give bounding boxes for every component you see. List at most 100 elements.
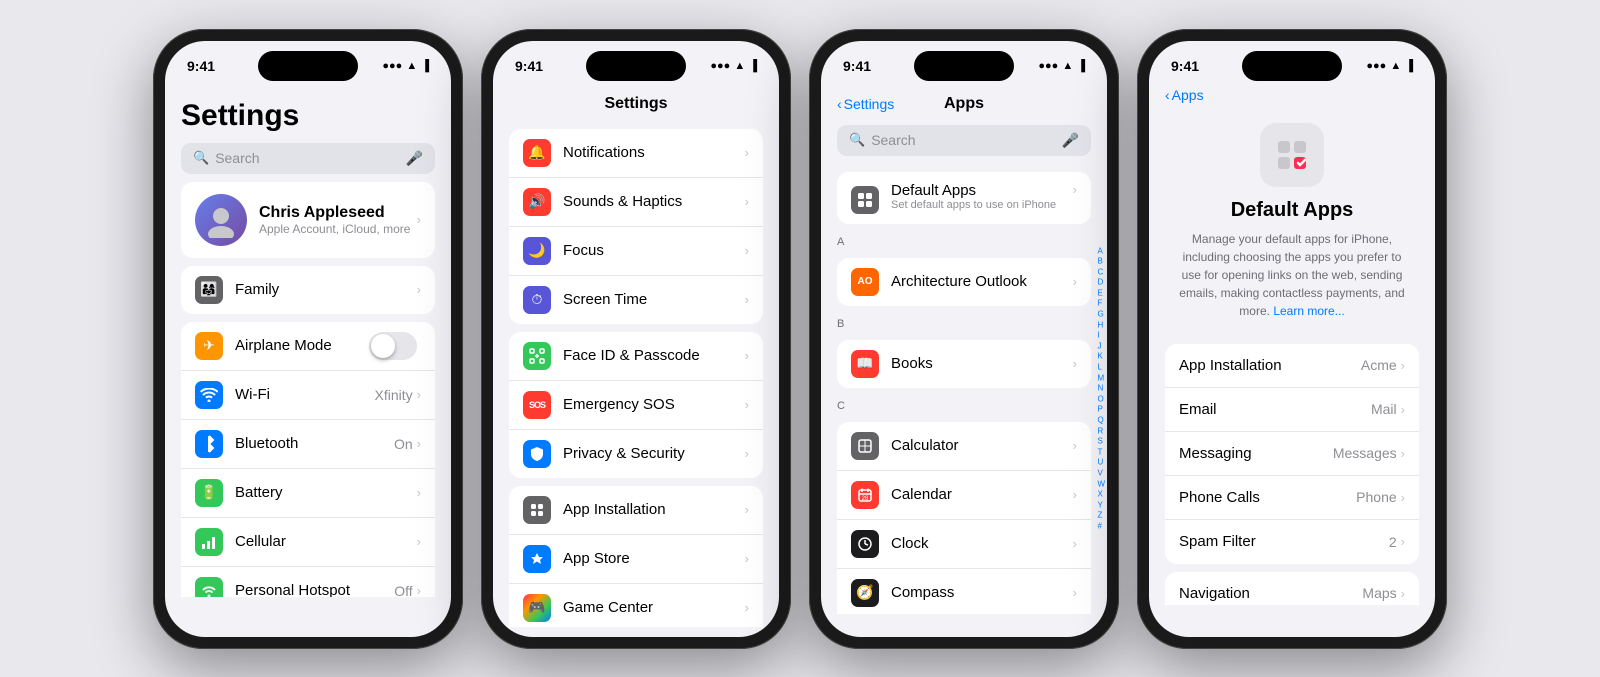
row-calculator[interactable]: Calculator › bbox=[837, 422, 1091, 471]
phone-1-screen: 9:41 ●●● ▲ ▐ Settings 🔍 Search 🎤 bbox=[165, 41, 451, 637]
row-airplane[interactable]: ✈ Airplane Mode bbox=[181, 322, 435, 371]
bluetooth-chevron: › bbox=[417, 436, 421, 451]
row-default-app-installation[interactable]: App Installation Acme › bbox=[1165, 344, 1419, 388]
learn-more-link[interactable]: Learn more... bbox=[1273, 304, 1344, 318]
cellular-chevron: › bbox=[417, 534, 421, 549]
battery-icon-2: ▐ bbox=[749, 60, 757, 72]
row-cellular[interactable]: Cellular › bbox=[181, 518, 435, 567]
back-settings-button[interactable]: ‹ Settings bbox=[837, 96, 894, 112]
airplane-toggle[interactable] bbox=[369, 332, 417, 360]
calendar-label: Calendar bbox=[891, 486, 1073, 503]
status-icons-1: ●●● ▲ ▐ bbox=[382, 60, 429, 72]
phone-2: 9:41 ●●● ▲ ▐ Settings 🔔 Notifications › bbox=[481, 29, 791, 649]
row-default-apps[interactable]: Default Apps Set default apps to use on … bbox=[837, 172, 1091, 224]
default-email-value: Mail bbox=[1371, 401, 1397, 417]
sounds-label: Sounds & Haptics bbox=[563, 193, 745, 210]
svg-text:28: 28 bbox=[862, 496, 869, 502]
hotspot-chevron: › bbox=[417, 583, 421, 597]
family-label: Family bbox=[235, 281, 417, 298]
calculator-chevron: › bbox=[1073, 438, 1077, 453]
phone-3-content: Default Apps Set default apps to use on … bbox=[821, 164, 1107, 614]
row-notifications[interactable]: 🔔 Notifications › bbox=[509, 129, 763, 178]
row-default-phone[interactable]: Phone Calls Phone › bbox=[1165, 476, 1419, 520]
row-bluetooth[interactable]: Bluetooth On › bbox=[181, 420, 435, 469]
calculator-label: Calculator bbox=[891, 437, 1073, 454]
app-store-label: App Store bbox=[563, 550, 745, 567]
emergency-icon: SOS bbox=[523, 391, 551, 419]
wifi-value: Xfinity bbox=[375, 387, 413, 403]
row-architecture[interactable]: AO Architecture Outlook › bbox=[837, 258, 1091, 306]
section-c: Calculator › 28 bbox=[837, 422, 1091, 614]
default-messaging-value: Messages bbox=[1333, 445, 1397, 461]
row-spam-filter[interactable]: Spam Filter 2 › bbox=[1165, 520, 1419, 564]
clock-icon bbox=[851, 530, 879, 558]
clock-chevron: › bbox=[1073, 536, 1077, 551]
cellular-label: Cellular bbox=[235, 533, 417, 550]
row-calendar[interactable]: 28 Calendar › bbox=[837, 471, 1091, 520]
row-focus[interactable]: 🌙 Focus › bbox=[509, 227, 763, 276]
row-faceid[interactable]: Face ID & Passcode › bbox=[509, 332, 763, 381]
row-privacy[interactable]: Privacy & Security › bbox=[509, 430, 763, 478]
game-center-label: Game Center bbox=[563, 599, 745, 616]
wifi-label: Wi-Fi bbox=[235, 386, 375, 403]
navigation-chevron: › bbox=[1401, 586, 1405, 601]
app-installation-label: App Installation bbox=[563, 501, 745, 518]
row-family[interactable]: 👨‍👩‍👧 Family › bbox=[181, 266, 435, 314]
row-battery[interactable]: 🔋 Battery › bbox=[181, 469, 435, 518]
bluetooth-icon bbox=[195, 430, 223, 458]
row-emergency-sos[interactable]: SOS Emergency SOS › bbox=[509, 381, 763, 430]
battery-label: Battery bbox=[235, 484, 417, 501]
family-chevron: › bbox=[417, 282, 421, 297]
nav-bar-4: ‹ Apps bbox=[1149, 91, 1435, 103]
spam-filter-value: 2 bbox=[1389, 534, 1397, 550]
row-default-email[interactable]: Email Mail › bbox=[1165, 388, 1419, 432]
app-store-chevron: › bbox=[745, 551, 749, 566]
row-navigation[interactable]: Navigation Maps › bbox=[1165, 572, 1419, 605]
dynamic-island-3 bbox=[914, 51, 1014, 81]
books-chevron: › bbox=[1073, 356, 1077, 371]
row-screen-time[interactable]: ⏱ Screen Time › bbox=[509, 276, 763, 324]
phone-4: 9:41 ●●● ▲ ▐ ‹ Apps bbox=[1137, 29, 1447, 649]
profile-info-1: Chris Appleseed Apple Account, iCloud, m… bbox=[259, 204, 417, 236]
profile-row-1[interactable]: Chris Appleseed Apple Account, iCloud, m… bbox=[181, 182, 435, 258]
compass-label: Compass bbox=[891, 584, 1073, 601]
row-wifi[interactable]: Wi-Fi Xfinity › bbox=[181, 371, 435, 420]
dynamic-island-1 bbox=[258, 51, 358, 81]
search-bar-3[interactable]: 🔍 Search 🎤 bbox=[837, 125, 1091, 156]
faceid-label: Face ID & Passcode bbox=[563, 347, 745, 364]
section-notifications: 🔔 Notifications › 🔊 Sounds & Haptics › 🌙… bbox=[509, 129, 763, 324]
compass-icon: 🧭 bbox=[851, 579, 879, 607]
default-apps-main-title: Default Apps bbox=[1231, 199, 1354, 222]
mic-icon-3: 🎤 bbox=[1062, 132, 1079, 149]
row-game-center[interactable]: 🎮 Game Center › bbox=[509, 584, 763, 627]
row-books[interactable]: 📖 Books › bbox=[837, 340, 1091, 388]
family-icon: 👨‍👩‍👧 bbox=[195, 276, 223, 304]
profile-chevron-1: › bbox=[417, 212, 421, 227]
architecture-chevron: › bbox=[1073, 274, 1077, 289]
back-chevron-icon: ‹ bbox=[837, 96, 842, 112]
focus-icon: 🌙 bbox=[523, 237, 551, 265]
phone-2-content: 🔔 Notifications › 🔊 Sounds & Haptics › 🌙… bbox=[493, 121, 779, 627]
default-apps-header: Default Apps Manage your default apps fo… bbox=[1149, 103, 1435, 336]
battery-icon-row: 🔋 bbox=[195, 479, 223, 507]
faceid-icon bbox=[523, 342, 551, 370]
focus-chevron: › bbox=[745, 243, 749, 258]
row-compass[interactable]: 🧭 Compass › bbox=[837, 569, 1091, 614]
signal-icon-2: ●●● bbox=[710, 60, 730, 72]
phone-1: 9:41 ●●● ▲ ▐ Settings 🔍 Search 🎤 bbox=[153, 29, 463, 649]
row-sounds[interactable]: 🔊 Sounds & Haptics › bbox=[509, 178, 763, 227]
row-app-store[interactable]: App Store › bbox=[509, 535, 763, 584]
alphabet-index[interactable]: A B C D E F G H I J K L M N O P Q bbox=[1097, 246, 1105, 531]
architecture-label: Architecture Outlook bbox=[891, 273, 1073, 290]
search-bar-1[interactable]: 🔍 Search 🎤 bbox=[181, 143, 435, 174]
default-phone-label: Phone Calls bbox=[1179, 489, 1356, 506]
row-app-installation[interactable]: App Installation › bbox=[509, 486, 763, 535]
row-hotspot[interactable]: Personal Hotspot Off › bbox=[181, 567, 435, 597]
default-app-installation-chevron: › bbox=[1401, 358, 1405, 373]
phone-1-content: Settings 🔍 Search 🎤 bbox=[165, 91, 451, 597]
battery-icon-3: ▐ bbox=[1077, 60, 1085, 72]
hotspot-icon bbox=[195, 577, 223, 597]
row-default-messaging[interactable]: Messaging Messages › bbox=[1165, 432, 1419, 476]
focus-label: Focus bbox=[563, 242, 745, 259]
row-clock[interactable]: Clock › bbox=[837, 520, 1091, 569]
